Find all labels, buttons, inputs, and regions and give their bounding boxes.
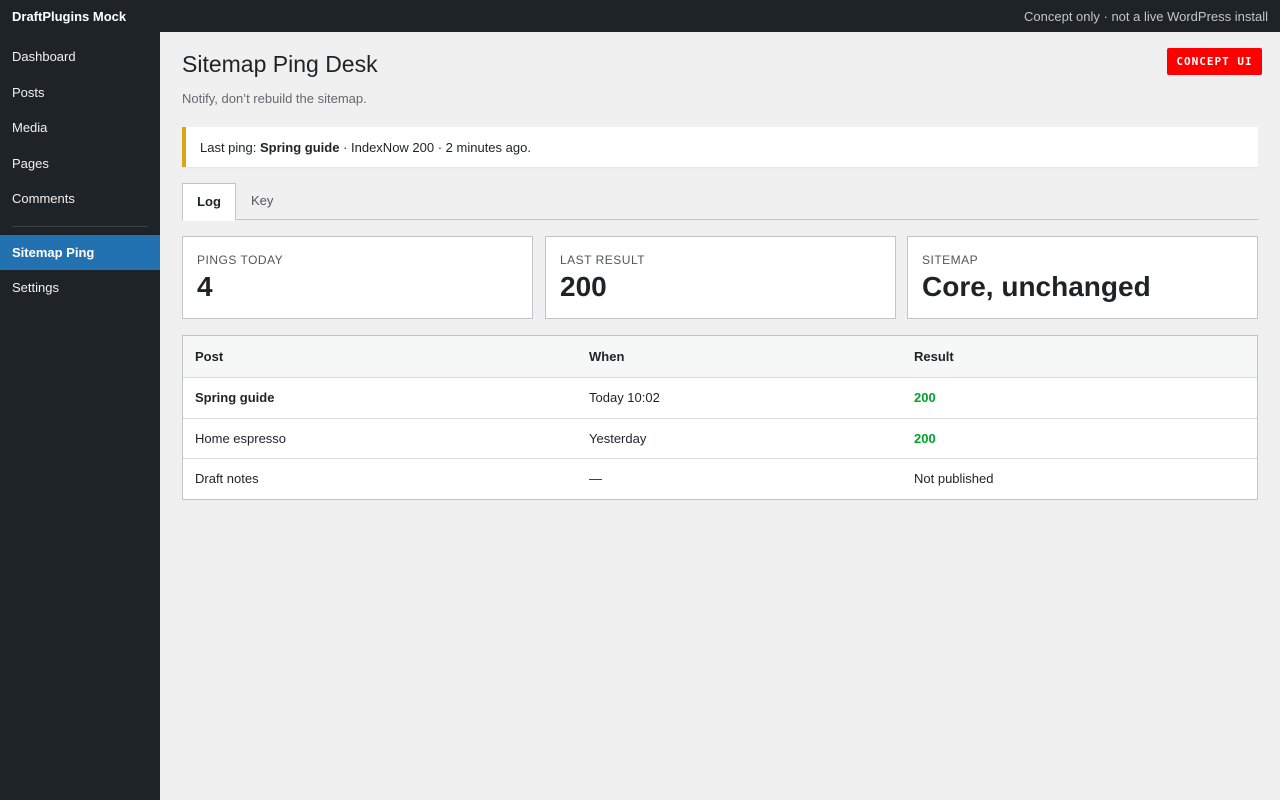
sidebar-item-pages[interactable]: Pages	[0, 146, 160, 182]
concept-note: Concept only · not a live WordPress inst…	[1024, 8, 1268, 24]
tab-key[interactable]: Key	[251, 183, 273, 220]
notice-suffix: · IndexNow 200 · 2 minutes ago.	[339, 139, 531, 155]
ping-log-table: Post When Result Spring guide Today 10:0…	[182, 335, 1258, 500]
column-header-post: Post	[195, 349, 224, 364]
table-row: Spring guide Today 10:02 200	[183, 377, 1257, 418]
cell-post[interactable]: Draft notes	[183, 471, 577, 486]
stat-label: Pings today	[197, 253, 284, 267]
table-row: Home espresso Yesterday 200	[183, 417, 1257, 459]
cell-post[interactable]: Home espresso	[183, 431, 577, 446]
stat-card-pings-today: Pings today 4	[182, 236, 533, 319]
sidebar-item-settings[interactable]: Settings	[0, 270, 160, 306]
table-row: Draft notes — Not published	[183, 458, 1257, 499]
stat-card-sitemap: Sitemap Core, unchanged	[907, 236, 1258, 319]
stat-value: 200	[560, 271, 607, 302]
stat-value: 4	[197, 271, 213, 302]
stat-value: Core, unchanged	[922, 271, 1151, 302]
cell-when: —	[589, 471, 602, 487]
cell-result: Not published	[914, 471, 994, 487]
sidebar-item-sitemap-ping[interactable]: Sitemap Ping	[0, 234, 160, 270]
column-header-result: Result	[914, 349, 954, 364]
site-brand[interactable]: DraftPlugins Mock	[12, 9, 126, 24]
table-header-row: Post When Result	[183, 336, 1257, 377]
sidebar-item-dashboard[interactable]: Dashboard	[0, 39, 160, 75]
stat-label: Last result	[560, 253, 646, 267]
tab-log[interactable]: Log	[182, 183, 236, 221]
sidebar-item-comments[interactable]: Comments	[0, 181, 160, 217]
column-header-when: When	[589, 349, 625, 364]
concept-ui-badge: CONCEPT UI	[1167, 48, 1262, 75]
tab-bar: Log Key	[182, 183, 1258, 221]
cell-when: Yesterday	[589, 430, 647, 446]
cell-when: Today 10:02	[589, 390, 660, 406]
stats-cards: Pings today 4 Last result 200 Sitemap Co…	[182, 236, 1258, 319]
sidebar-item-posts[interactable]: Posts	[0, 75, 160, 111]
notice-prefix: Last ping:	[200, 139, 260, 155]
admin-top-bar: DraftPlugins Mock Concept only · not a l…	[0, 0, 1280, 32]
notice-post-name: Spring guide	[260, 139, 340, 155]
cell-result: 200	[914, 390, 936, 406]
sidebar-item-media[interactable]: Media	[0, 110, 160, 146]
stat-label: Sitemap	[922, 253, 979, 267]
last-ping-notice: Last ping: Spring guide · IndexNow 200 ·…	[182, 127, 1258, 167]
cell-post[interactable]: Spring guide	[183, 390, 577, 405]
stat-card-last-result: Last result 200	[545, 236, 896, 319]
page-subtitle: Notify, don’t rebuild the sitemap.	[182, 91, 367, 106]
page-title: Sitemap Ping Desk	[182, 51, 378, 77]
admin-sidebar: Dashboard Posts Media Pages Comments Sit…	[0, 32, 160, 800]
sidebar-divider	[12, 225, 148, 227]
cell-result: 200	[914, 430, 936, 446]
